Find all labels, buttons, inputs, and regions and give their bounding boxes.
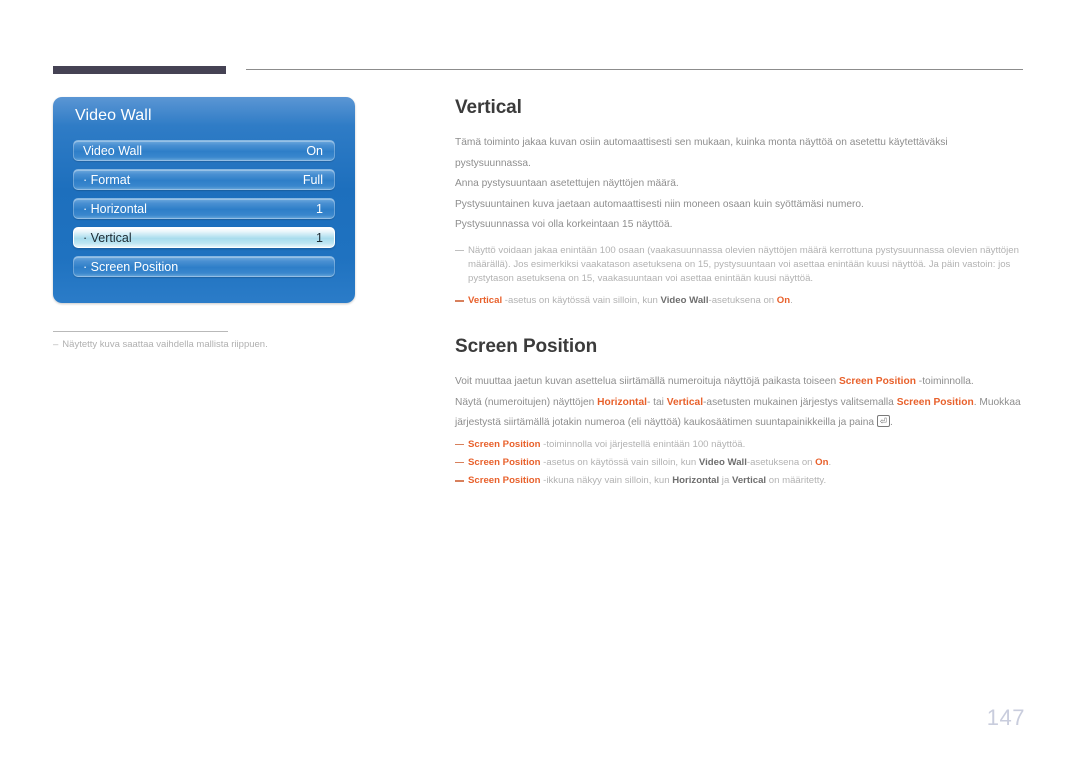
term-vertical: Vertical	[468, 295, 503, 307]
page-title-screen-position: Screen Position	[455, 336, 598, 358]
term-vertical: Vertical	[731, 475, 767, 487]
screen-position-paragraph-2: Näytä (numeroitujen) näyttöjen Horizonta…	[455, 393, 1025, 434]
osd-row-video-wall[interactable]: Video Wall On	[73, 140, 335, 161]
osd-panel-title: Video Wall	[75, 107, 152, 124]
page-number: 147	[986, 705, 1025, 730]
osd-row-vertical[interactable]: · Vertical 1	[73, 227, 335, 248]
screen-position-paragraph-1: Voit muuttaa jaetun kuvan asettelua siir…	[455, 372, 1025, 393]
osd-row-format[interactable]: · Format Full	[73, 169, 335, 190]
osd-row-label: · Vertical	[83, 230, 132, 245]
vertical-note-dependency: Vertical -asetus on käytössä vain silloi…	[455, 294, 1025, 308]
left-footnote: – Näytetty kuva saattaa vaihdella mallist…	[53, 338, 353, 351]
osd-row-label: · Screen Position	[83, 259, 179, 274]
vertical-paragraph-2: Anna pystysuuntaan asetettujen näyttöjen…	[455, 178, 679, 189]
note-text: -asetuksena on	[708, 295, 777, 307]
note-text: -ikkuna näkyy vain silloin, kun	[540, 475, 673, 487]
para-text: Voit muuttaa jaetun kuvan asettelua siir…	[455, 376, 839, 388]
term-screen-position: Screen Position	[468, 475, 541, 487]
vertical-paragraph-1: Tämä toiminto jakaa kuvan osiin automaat…	[455, 137, 948, 169]
osd-row-horizontal[interactable]: · Horizontal 1	[73, 198, 335, 219]
osd-row-value: 1	[316, 230, 323, 245]
osd-row-label: · Format	[83, 172, 131, 187]
page-root: Video Wall Video Wall On · Format Full ·…	[0, 0, 1080, 763]
term-on: On	[776, 295, 791, 307]
term-horizontal: Horizontal	[597, 396, 647, 408]
vertical-note-capacity: Näyttö voidaan jakaa enintään 100 osaan …	[455, 244, 1025, 287]
term-screen-position: Screen Position	[896, 396, 974, 408]
note-text: .	[790, 295, 793, 307]
screen-position-note-3: Screen Position -ikkuna näkyy vain sillo…	[455, 474, 1025, 488]
term-screen-position: Screen Position	[468, 457, 541, 469]
term-video-wall: Video Wall	[660, 295, 709, 307]
osd-menu-list: Video Wall On · Format Full · Horizontal…	[73, 140, 335, 285]
term-video-wall: Video Wall	[698, 457, 747, 469]
note-text: ja	[719, 475, 732, 487]
term-screen-position: Screen Position	[468, 438, 541, 450]
screen-position-note-1: Screen Position -toiminnolla voi järjest…	[455, 438, 1025, 452]
term-vertical: Vertical	[666, 396, 704, 408]
para-text: .	[890, 417, 893, 429]
osd-row-value: On	[306, 143, 323, 158]
enter-key-icon: ⏎	[876, 415, 890, 428]
content-column: Vertical Tämä toiminto jakaa kuvan osiin…	[455, 97, 1025, 488]
para-text: - tai	[646, 396, 667, 408]
page-title-vertical: Vertical	[455, 97, 522, 118]
vertical-paragraph-4: Pystysuunnassa voi olla korkeintaan 15 n…	[455, 219, 673, 230]
header-divider-line	[246, 69, 1023, 70]
note-text: on määritetty.	[766, 475, 827, 487]
left-footnote-rule	[53, 331, 228, 332]
para-text: -asetusten mukainen järjestys valitsemal…	[703, 396, 897, 408]
footnote-text: Näytetty kuva saattaa vaihdella mallista…	[62, 339, 268, 350]
osd-row-label: · Horizontal	[83, 201, 147, 216]
note-text: -asetus on käytössä vain silloin, kun	[502, 295, 661, 307]
para-text: Näytä (numeroitujen) näyttöjen	[455, 396, 598, 408]
para-text: -toiminnolla.	[915, 376, 974, 388]
term-horizontal: Horizontal	[672, 475, 720, 487]
screen-position-note-2: Screen Position -asetus on käytössä vain…	[455, 456, 1025, 470]
osd-row-label: Video Wall	[83, 143, 143, 158]
header-accent-bar	[53, 66, 226, 74]
osd-row-value: Full	[302, 172, 323, 187]
term-screen-position: Screen Position	[838, 376, 916, 388]
note-text: -asetuksena on	[746, 457, 816, 469]
osd-menu-panel: Video Wall Video Wall On · Format Full ·…	[53, 97, 355, 303]
osd-row-value: 1	[316, 201, 323, 216]
footnote-dash: –	[53, 339, 59, 350]
note-text: -toiminnolla voi järjestellä enintään 10…	[540, 438, 746, 450]
term-on: On	[815, 457, 829, 469]
note-text: .	[828, 457, 832, 469]
vertical-paragraph-3: Pystysuuntainen kuva jaetaan automaattis…	[455, 198, 864, 210]
osd-row-screen-position[interactable]: · Screen Position	[73, 256, 335, 277]
note-text: -asetus on käytössä vain silloin, kun	[540, 457, 699, 469]
